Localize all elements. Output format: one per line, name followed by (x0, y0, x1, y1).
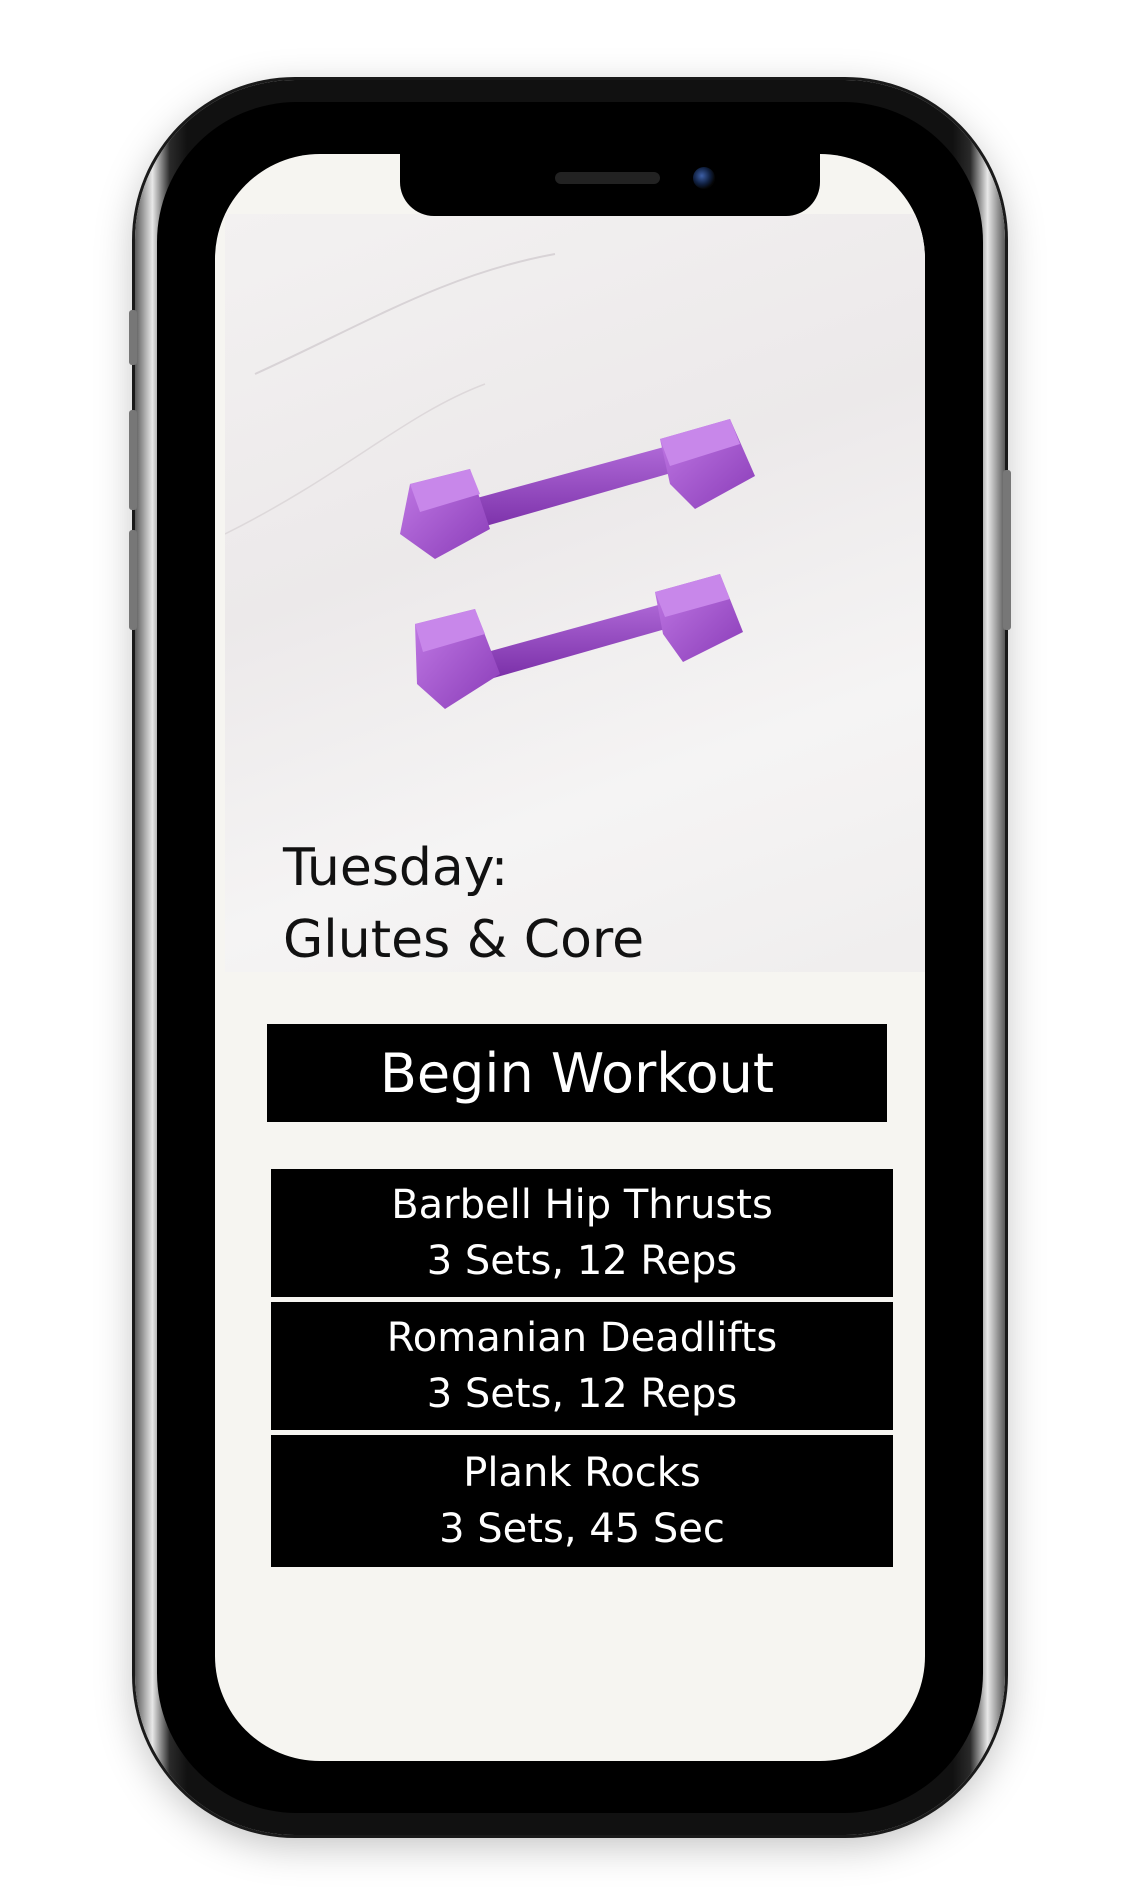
mute-switch (129, 310, 137, 365)
front-camera (693, 167, 715, 189)
workout-title: Glutes & Core (283, 910, 645, 970)
exercise-detail: 3 Sets, 12 Reps (426, 1371, 738, 1417)
dumbbells-illustration (225, 253, 755, 709)
exercise-name: Plank Rocks (463, 1450, 701, 1496)
app-screen: Tuesday: Glutes & Core Begin Workout Bar… (215, 154, 925, 1761)
notch (400, 154, 820, 216)
exercise-list: Barbell Hip Thrusts 3 Sets, 12 Reps Roma… (271, 1169, 893, 1567)
exercise-item-plank-rocks[interactable]: Plank Rocks 3 Sets, 45 Sec (271, 1435, 893, 1567)
exercise-detail: 3 Sets, 45 Sec (439, 1506, 725, 1552)
lower-dumbbell (415, 574, 743, 709)
phone-frame: Tuesday: Glutes & Core Begin Workout Bar… (129, 80, 1011, 1835)
hero-image: Tuesday: Glutes & Core (225, 214, 925, 972)
exercise-name: Romanian Deadlifts (386, 1315, 778, 1361)
upper-dumbbell (400, 419, 755, 559)
phone-bezel: Tuesday: Glutes & Core Begin Workout Bar… (157, 102, 983, 1813)
power-button (1003, 470, 1011, 630)
speaker-grille (555, 172, 660, 184)
exercise-name: Barbell Hip Thrusts (391, 1182, 773, 1228)
volume-up-button (129, 410, 137, 510)
exercise-item-barbell-hip-thrusts[interactable]: Barbell Hip Thrusts 3 Sets, 12 Reps (271, 1169, 893, 1297)
workout-heading: Tuesday: Glutes & Core (283, 832, 644, 972)
day-label: Tuesday: (283, 838, 509, 898)
begin-workout-button[interactable]: Begin Workout (267, 1024, 887, 1122)
exercise-detail: 3 Sets, 12 Reps (426, 1238, 738, 1284)
volume-down-button (129, 530, 137, 630)
exercise-item-romanian-deadlifts[interactable]: Romanian Deadlifts 3 Sets, 12 Reps (271, 1302, 893, 1430)
